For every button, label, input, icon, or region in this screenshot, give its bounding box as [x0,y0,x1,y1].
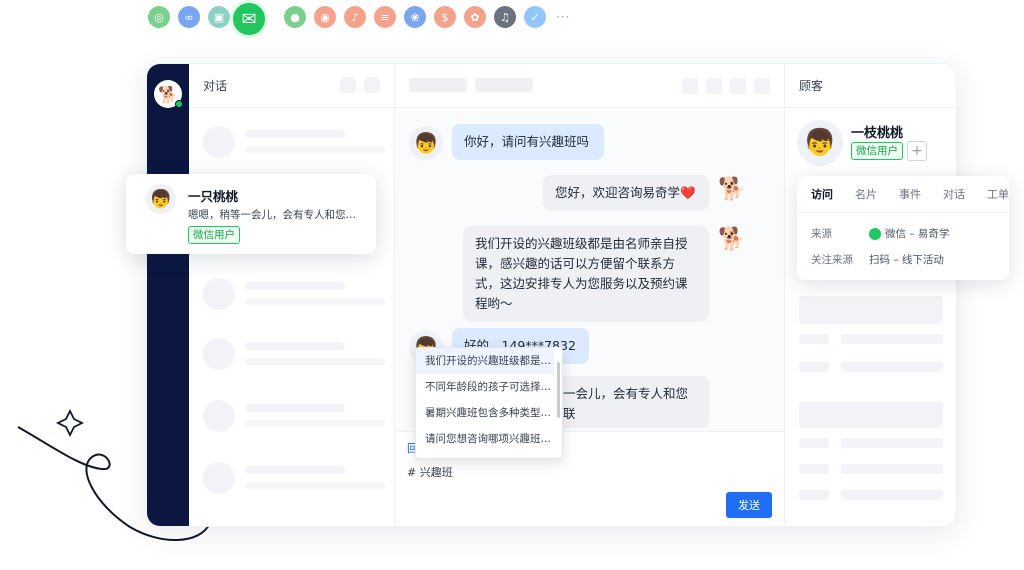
conversation-list-title: 对话 [203,79,228,93]
contact-tag-badge: 微信用户 [188,226,240,244]
list-item-placeholder[interactable] [203,124,385,160]
music-icon[interactable]: ♪ [344,6,366,28]
placeholder-line [841,464,943,474]
customer-panel-header: 顾客 [785,64,956,108]
customer-tag-badge: 微信用户 [851,142,903,160]
contact-avatar: 👦 [146,184,176,214]
message-icon[interactable]: ● [284,6,306,28]
web-icon[interactable]: ◎ [148,6,170,28]
source-label: 来源 [811,228,832,240]
toolbar-icon[interactable] [730,78,746,94]
quick-reply-suggestions: 我们开设的兴趣班级都是… 不同年龄段的孩子可选择… 暑期兴趣班包含多种类型… 请问您想… [415,347,563,459]
placeholder-line [799,490,829,500]
list-item-placeholder[interactable] [203,398,385,434]
placeholder-line [841,438,943,448]
more-icon[interactable] [364,77,380,93]
channel-bar: ◎ ∞ ▣ ✉ ● ◉ ♪ ≡ ❀ $ ✿ ♫ ✓ ··· [148,0,598,38]
toolbar-icon[interactable] [754,78,770,94]
placeholder-block [799,402,943,428]
list-item-placeholder[interactable] [203,336,385,372]
mascot-icon: 🐕 [718,176,746,202]
online-status-dot [175,100,183,108]
placeholder-line [799,464,829,474]
coin-icon[interactable]: $ [434,6,456,28]
customer-panel: 顾客 👦 一枝桃桃 微信用户 + [785,64,956,526]
tab-1[interactable]: 名片 [855,186,877,202]
placeholder-line [799,438,829,448]
add-tag-button[interactable]: + [907,141,927,161]
toolbar-icon[interactable] [682,78,698,94]
book-icon[interactable]: ≡ [374,6,396,28]
placeholder-line [841,334,943,344]
link-icon[interactable]: ∞ [178,6,200,28]
suggestion-item[interactable]: 暑期兴趣班包含多种类型… [416,400,554,426]
placeholder-block [799,296,943,324]
store-icon[interactable]: ✿ [464,6,486,28]
list-item-placeholder[interactable] [203,276,385,312]
toolbar-icon[interactable] [706,78,722,94]
message-bubble-bot: 我们开设的兴趣班级都是由名师亲自授课，感兴趣的话可以方便留个联系方式，这边安排专… [463,226,709,322]
placeholder-line [841,490,943,500]
wechat-icon [869,227,881,240]
tab-4[interactable]: 工单 [987,186,1009,202]
contact-name: 一只桃桃 [188,189,239,204]
message-bubble-bot: 您好，欢迎咨询易奇学❤️ [543,175,709,211]
tiktok-icon[interactable]: ♫ [494,6,516,28]
wechat-icon[interactable]: ✉ [230,0,268,38]
message-bubble-customer: 你好，请问有兴趣班吗 [452,124,604,160]
more-channels-icon[interactable]: ··· [556,10,570,24]
follow-source-value: 扫码 – 线下活动 [869,254,944,266]
last-message-preview: 嗯嗯，稍等一会儿，会有专人和您联… [188,209,366,221]
weibo-icon[interactable]: ◉ [314,6,336,28]
user-face-icon: 👦 [149,188,173,210]
tab-3[interactable]: 对话 [943,186,965,202]
customer-tabs: 访问 名片 事件 对话 工单 [811,186,1009,202]
source-value: 微信 – 易奇学 [869,226,949,241]
suggestion-item[interactable]: 不同年龄段的孩子可选择… [416,374,554,400]
source-value-text: 微信 – 易奇学 [885,228,950,240]
message-input[interactable]: # 兴趣班 [407,464,453,480]
conversation-list-header: 对话 [189,64,394,108]
user-face-icon: 👦 [803,128,837,158]
user-face-icon: 👦 [413,131,439,155]
tab-0[interactable]: 访问 [811,186,833,202]
chat-header [395,64,784,108]
suggestion-item[interactable]: 请问您想咨询哪项兴趣班… [416,426,554,452]
paw-icon[interactable]: ❀ [404,6,426,28]
tab-2[interactable]: 事件 [899,186,921,202]
placeholder-line [799,334,829,344]
feather-icon[interactable]: ✓ [524,6,546,28]
selected-conversation-card[interactable]: 👦 一只桃桃 嗯嗯，稍等一会儿，会有专人和您联… 微信用户 [126,174,376,254]
bot-avatar: 🐕 [717,224,747,254]
mascot-icon: 🐕 [718,226,746,252]
bot-avatar: 🐕 [717,174,747,204]
suggestion-scrollbar[interactable] [557,362,560,418]
suggestion-item[interactable]: 我们开设的兴趣班级都是… [416,348,554,374]
conversation-list-panel: 对话 [189,64,395,526]
visit-info-card: 访问 名片 事件 对话 工单 来源 微信 – 易奇学 关注来源 扫码 – 线下活动 [797,176,1009,280]
customer-panel-title: 顾客 [799,79,824,93]
card-icon[interactable]: ▣ [208,6,230,28]
customer-profile-avatar: 👦 [797,120,843,166]
list-item-placeholder[interactable] [203,460,385,496]
message-bubble-bot: 一会儿，会有专人和您联 [551,376,709,428]
placeholder-line [799,362,829,372]
filter-icon[interactable] [340,77,356,93]
follow-source-label: 关注来源 [811,254,853,266]
placeholder-line [841,362,943,372]
left-nav-rail: 🐕 [147,64,189,526]
customer-name: 一枝桃桃 [851,126,904,141]
customer-avatar: 👦 [409,126,443,160]
send-button[interactable]: 发送 [726,492,772,518]
